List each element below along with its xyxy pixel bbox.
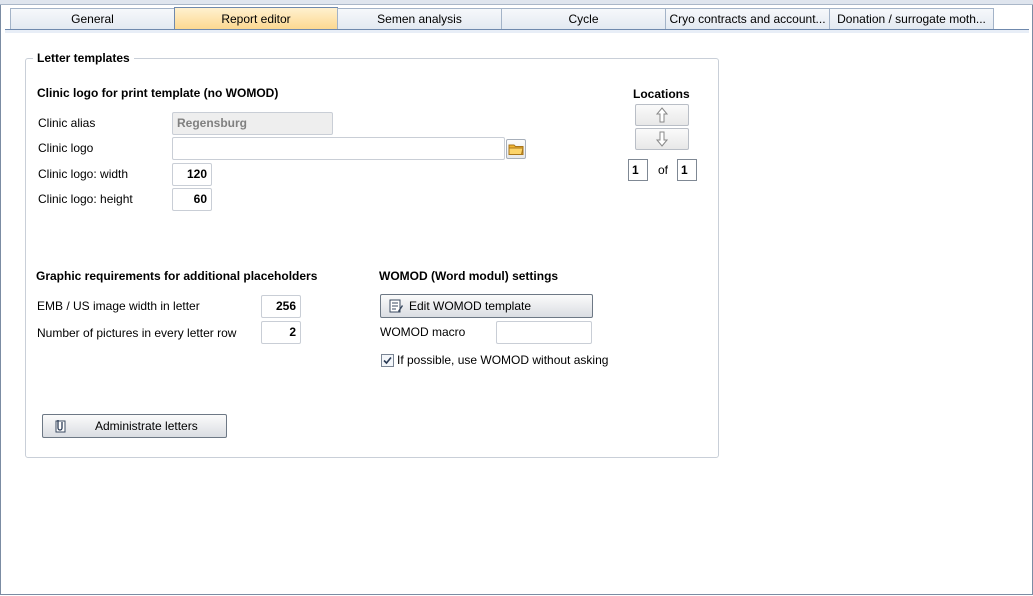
pictures-per-row-label: Number of pictures in every letter row: [37, 326, 237, 340]
clinic-logo-section-title: Clinic logo for print template (no WOMOD…: [37, 86, 279, 100]
tab-report-editor[interactable]: Report editor: [174, 7, 338, 30]
paperclip-document-icon: [55, 420, 66, 433]
location-of-label: of: [658, 163, 669, 177]
image-width-label: EMB / US image width in letter: [37, 299, 200, 313]
clinic-alias-label: Clinic alias: [38, 116, 96, 130]
tab-general[interactable]: General: [10, 8, 175, 29]
edit-womod-template-button[interactable]: Edit WOMOD template: [380, 294, 593, 318]
letter-templates-title: Letter templates: [33, 51, 134, 65]
locations-title: Locations: [633, 87, 690, 101]
administrate-letters-button[interactable]: Administrate letters: [42, 414, 227, 438]
tab-cycle[interactable]: Cycle: [501, 8, 666, 29]
use-womod-label: If possible, use WOMOD without asking: [397, 353, 609, 367]
clinic-logo-width-field[interactable]: 120: [172, 163, 212, 186]
arrow-down-icon: [656, 131, 668, 147]
graphic-requirements-title: Graphic requirements for additional plac…: [36, 269, 318, 283]
checkmark-icon: [383, 356, 392, 365]
clinic-logo-label: Clinic logo: [38, 141, 94, 155]
browse-folder-button[interactable]: [506, 139, 526, 159]
top-strip: [0, 0, 1033, 5]
edit-womod-template-label: Edit WOMOD template: [409, 299, 532, 313]
tab-cryo-contracts[interactable]: Cryo contracts and account...: [665, 8, 830, 29]
letter-templates-group: [25, 58, 719, 458]
location-current-field[interactable]: 1: [628, 159, 648, 181]
clinic-logo-height-label: Clinic logo: height: [38, 192, 133, 206]
womod-macro-field[interactable]: [496, 321, 592, 344]
clinic-logo-width-label: Clinic logo: width: [38, 167, 129, 181]
pictures-per-row-field[interactable]: 2: [261, 321, 301, 344]
tab-donation-surrogate[interactable]: Donation / surrogate moth...: [829, 8, 994, 29]
folder-icon: [508, 144, 524, 155]
clinic-alias-field[interactable]: Regensburg: [172, 112, 333, 135]
tab-underline-shade: [5, 30, 1029, 33]
arrow-up-icon: [656, 107, 668, 123]
tab-bar: General Report editor Semen analysis Cyc…: [10, 7, 1029, 30]
use-womod-checkbox[interactable]: [381, 354, 394, 367]
location-up-button[interactable]: [635, 104, 689, 126]
clinic-logo-field[interactable]: [172, 137, 505, 160]
womod-settings-title: WOMOD (Word modul) settings: [379, 269, 559, 283]
administrate-letters-label: Administrate letters: [95, 419, 198, 433]
location-down-button[interactable]: [635, 128, 689, 150]
clinic-logo-height-field[interactable]: 60: [172, 188, 212, 211]
tab-semen-analysis[interactable]: Semen analysis: [337, 8, 502, 29]
womod-macro-label: WOMOD macro: [380, 325, 466, 339]
location-total-field: 1: [677, 159, 697, 181]
image-width-field[interactable]: 256: [261, 295, 301, 318]
edit-document-icon: [389, 299, 403, 313]
